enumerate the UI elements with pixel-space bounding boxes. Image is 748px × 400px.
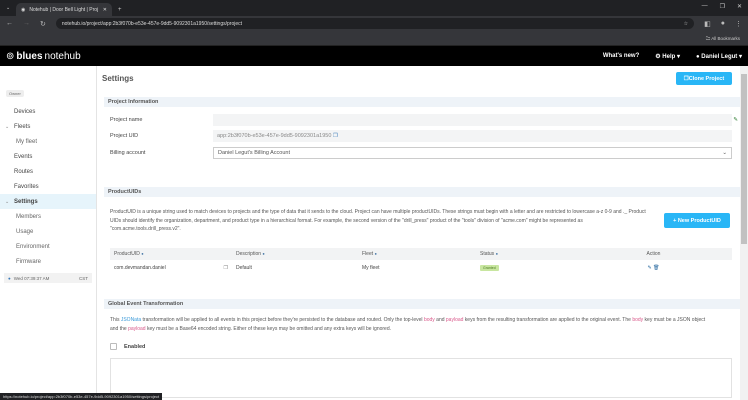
info-icon[interactable]: ● [141,251,143,256]
edit-icon[interactable]: ✎ [733,117,738,123]
all-bookmarks[interactable]: All Bookmarks [711,36,740,41]
address-bar-row: ← → ↻ notehub.io/project/app:2b3f070b-e5… [0,16,748,31]
minimize-icon[interactable]: — [702,3,708,10]
forward-icon[interactable]: → [23,20,30,27]
sidebar-item-my-fleet[interactable]: My fleet [0,134,96,149]
table-row: com.devmandan.daniel ❐ Default My fleet G… [114,265,660,271]
info-icon[interactable]: ● [496,251,498,256]
transform-description: This JSONata transformation will be appl… [110,317,706,332]
reload-icon[interactable]: ↻ [40,20,46,28]
jsonata-link[interactable]: JSONata [121,317,141,323]
sidepanel-icon[interactable]: ◧ [704,20,711,28]
status-badge: Granted [480,265,499,271]
project-name-field[interactable] [213,114,732,126]
restore-icon[interactable]: ❐ [720,3,725,10]
project-uid-field: app:2b3f070b-e53e-457e-9dd5-9092301a1950… [213,130,732,142]
sidebar-item-environment[interactable]: Environment [0,239,96,254]
scrollbar-thumb[interactable] [741,74,747,244]
section-header: ProductUIDs [104,187,740,197]
copy-icon[interactable]: ❐ [224,265,228,271]
sidebar-item-events[interactable]: Events [0,149,96,164]
whats-new-link[interactable]: What's new? [603,53,639,60]
help-menu[interactable]: ⚙ Help ▾ [655,53,680,60]
user-menu[interactable]: ● Daniel Legut ▾ [696,53,742,60]
sidebar-item-routes[interactable]: Routes [0,164,96,179]
clock: ● Wed 07:39:37 AM CST [4,273,92,283]
page-title: Settings [102,74,134,83]
section-header: Project Information [104,97,740,107]
role-badge: Owner [6,90,24,97]
sidebar: Owner Devices ⌄ Fleets My fleet Events Ro… [0,66,97,400]
chevron-down-icon: ⌄ [5,123,10,130]
close-window-icon[interactable]: ✕ [737,3,742,10]
scrollbar[interactable] [740,66,748,400]
back-icon[interactable]: ← [6,20,13,27]
clone-project-button[interactable]: ❐ Clone Project [676,72,732,85]
info-icon[interactable]: ● [375,251,377,256]
enabled-checkbox[interactable] [110,343,117,350]
sidebar-item-favorites[interactable]: Favorites [0,179,96,194]
sidebar-item-settings[interactable]: ⌄ Settings [0,194,96,209]
menu-icon[interactable]: ⋮ [735,20,742,28]
edit-icon[interactable]: ✎ [648,265,652,271]
chevron-down-icon: ⌄ [722,150,727,156]
status-bar-url: https://notehub.io/project/app:2b3f070b-… [0,393,163,400]
app-header: ⊚ blues notehub What's new? ⚙ Help ▾ ● Dan… [0,46,748,66]
browser-tab-bar: ⌄ ◉ Notehub | Door Bell Light | Proj ✕ +… [0,0,748,16]
url-input[interactable]: notehub.io/project/app:2b3f070b-e53e-457… [55,18,695,29]
browser-tab[interactable]: ◉ Notehub | Door Bell Light | Proj ✕ [16,3,112,16]
profile-icon[interactable]: ● [721,20,725,27]
section-header: Global Event Transformation [104,299,740,309]
logo[interactable]: ⊚ blues notehub [6,51,81,62]
productuid-description: ProductUID is a unique string used to ma… [110,209,646,232]
favicon-icon: ◉ [21,6,26,13]
close-tab-icon[interactable]: ✕ [103,7,107,13]
billing-account-select[interactable]: Daniel Legut's Billing Account ⌄ [213,147,732,159]
copy-icon[interactable]: ❐ [333,133,338,139]
transform-editor[interactable] [110,358,732,398]
bookmarks-bar: 🗀 All Bookmarks [0,31,748,46]
star-icon[interactable]: ☆ [684,21,688,27]
trash-icon[interactable]: 🗑 [653,265,659,271]
sidebar-item-members[interactable]: Members [0,209,96,224]
sidebar-item-devices[interactable]: Devices [0,104,96,119]
tab-search-icon[interactable]: ⌄ [6,5,10,11]
clock-icon: ● [8,275,11,281]
chevron-down-icon: ⌄ [5,198,10,205]
new-tab-icon[interactable]: + [118,7,122,13]
sidebar-item-firmware[interactable]: Firmware [0,254,96,269]
productuid-table: ProductUID ● Description ● Fleet ● Statu… [110,248,732,276]
main-content: Settings ❐ Clone Project Project Informa… [100,66,740,400]
info-icon[interactable]: ● [262,251,264,256]
new-productuid-button[interactable]: + New ProductUID [664,213,730,228]
logo-icon: ⊚ [6,50,15,62]
sidebar-item-fleets[interactable]: ⌄ Fleets [0,119,96,134]
sidebar-item-usage[interactable]: Usage [0,224,96,239]
